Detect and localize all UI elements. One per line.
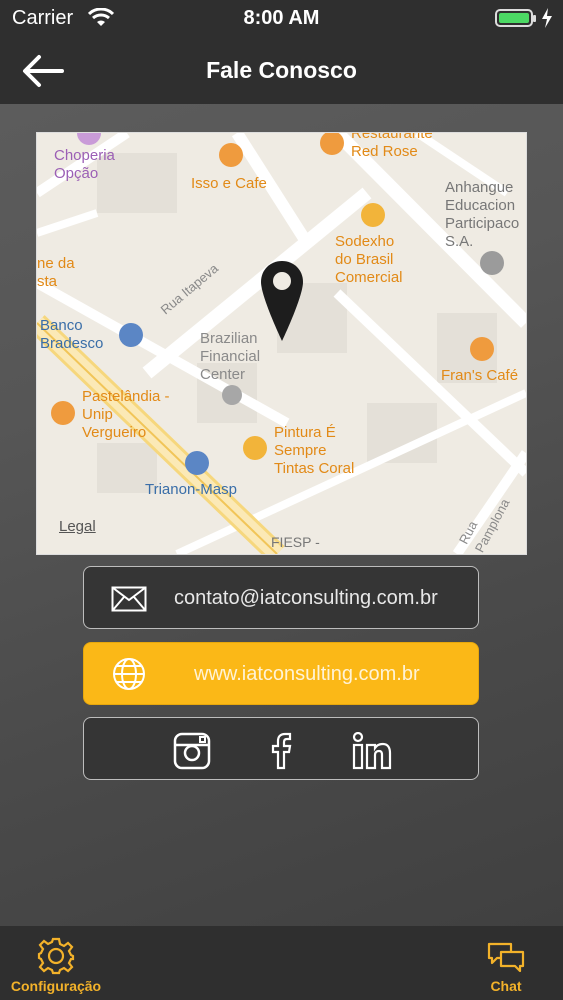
map-label-ne-da: ne da sta <box>37 255 75 290</box>
map-label-isso-cafe: Isso e Cafe <box>191 175 267 192</box>
metro-poi-icon <box>185 451 209 475</box>
bank-poi-icon <box>119 323 143 347</box>
chat-icon <box>487 942 525 972</box>
email-text: contato@iatconsulting.com.br <box>174 587 438 609</box>
clock: 8:00 AM <box>243 7 320 29</box>
cafe-poi-icon-2 <box>470 337 494 361</box>
tab-configuracao[interactable]: Configuração <box>0 926 112 1000</box>
map-label-choperia: Choperia Opção <box>54 147 115 182</box>
map-label-frans: Fran's Café <box>441 367 519 384</box>
building-poi-icon <box>222 385 242 405</box>
school-poi-icon <box>480 251 504 275</box>
map-label-sodexho: Sodexho do Brasil Comercial <box>335 233 403 286</box>
map-label-banco: Banco Bradesco <box>40 317 104 352</box>
tab-chat[interactable]: Chat <box>470 926 542 1000</box>
nav-bar: Fale Conosco <box>0 38 563 104</box>
page-title: Fale Conosco <box>206 57 357 83</box>
facebook-icon[interactable] <box>262 732 300 770</box>
map-label-fiesp: FIESP - <box>271 534 320 550</box>
restaurant-poi-icon-2 <box>51 401 75 425</box>
map-label-pastelandia: Pastelândia - Unip Vergueiro <box>82 388 170 441</box>
map-view[interactable]: Choperia Opção Isso e Cafe Restaurante R… <box>37 133 526 554</box>
email-button[interactable]: contato@iatconsulting.com.br <box>83 566 479 629</box>
charging-icon <box>542 8 552 28</box>
instagram-icon[interactable] <box>173 732 211 770</box>
battery-icon <box>495 9 536 27</box>
map-label-anhanguera: Anhangue Educacion Participaco S.A. <box>445 179 520 250</box>
tab-bar: Configuração Chat <box>0 926 563 1000</box>
gear-icon <box>37 937 75 975</box>
globe-icon <box>113 658 145 690</box>
map-pin-icon <box>261 261 303 341</box>
website-text: www.iatconsulting.com.br <box>194 663 420 685</box>
status-bar: Carrier 8:00 AM <box>0 0 563 38</box>
map-label-restaurante: Restaurante Red Rose <box>351 133 433 160</box>
linkedin-icon[interactable] <box>352 732 392 770</box>
map-legal-link[interactable]: Legal <box>59 518 96 535</box>
tab-chat-label: Chat <box>490 978 522 994</box>
store-poi-icon <box>243 436 267 460</box>
map-label-bfc: Brazilian Financial Center <box>200 330 261 383</box>
mail-icon <box>111 586 147 612</box>
map-label-trianon: Trianon-Masp <box>145 481 237 498</box>
tab-configuracao-label: Configuração <box>10 978 102 994</box>
shop-poi-icon <box>361 203 385 227</box>
map-label-pintura: Pintura É Sempre Tintas Coral <box>274 424 355 477</box>
website-button[interactable]: www.iatconsulting.com.br <box>83 642 479 705</box>
cafe-poi-icon <box>219 143 243 167</box>
social-links-panel <box>83 717 479 780</box>
